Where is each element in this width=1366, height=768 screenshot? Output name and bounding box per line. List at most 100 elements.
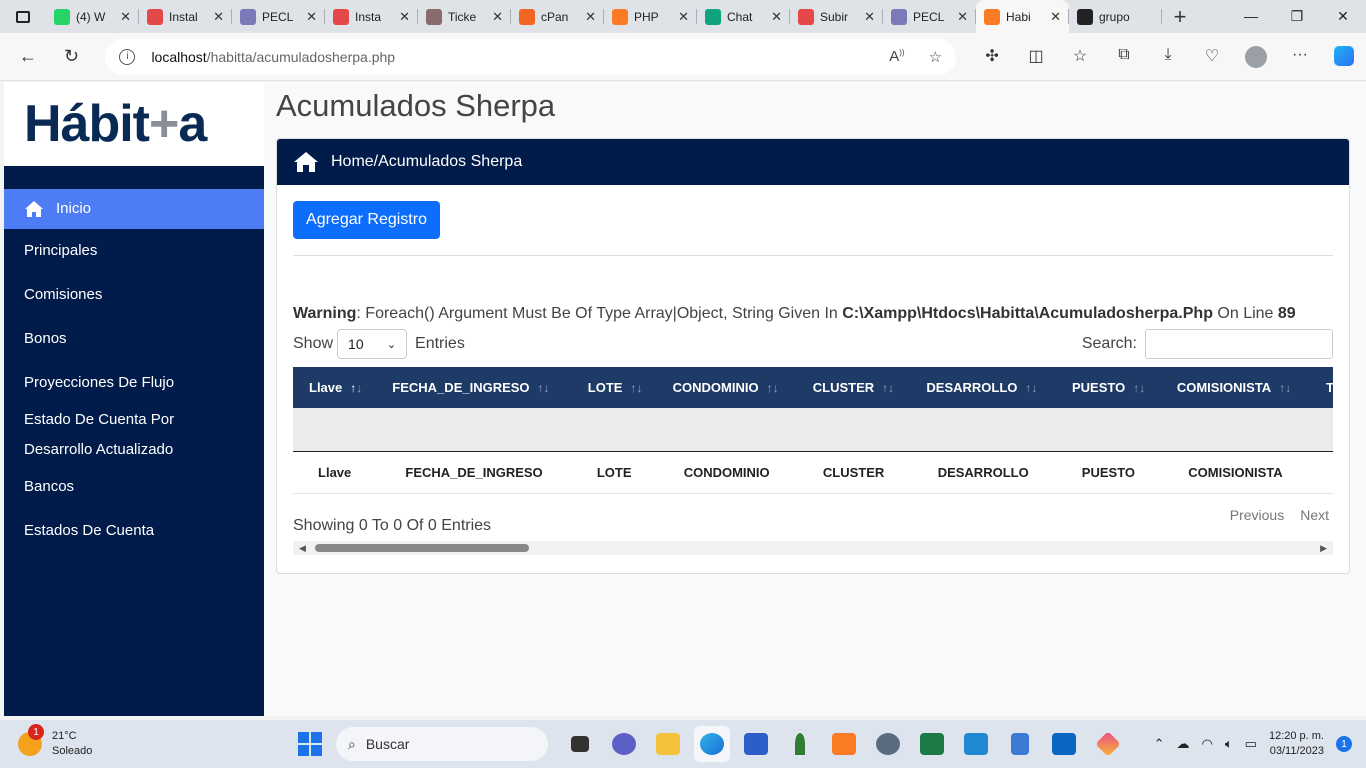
scroll-right-icon[interactable]: ▶ bbox=[1320, 543, 1327, 554]
close-tab-icon[interactable]: ✕ bbox=[678, 9, 689, 25]
browser-tab[interactable]: Habi ✕ bbox=[976, 0, 1069, 33]
column-header[interactable]: CLUSTER ↑↓ bbox=[796, 367, 911, 408]
split-screen-icon[interactable]: ◫ bbox=[1014, 46, 1058, 68]
edge-icon[interactable] bbox=[694, 726, 730, 762]
profile-avatar[interactable] bbox=[1234, 45, 1278, 68]
browser-tab[interactable]: Chat ✕ bbox=[697, 0, 790, 33]
scroll-left-icon[interactable]: ◀ bbox=[299, 543, 306, 554]
sidebar-item[interactable]: Principales bbox=[4, 229, 264, 273]
collections-icon[interactable]: ⧉ bbox=[1102, 46, 1146, 68]
tab-actions-icon[interactable] bbox=[0, 0, 46, 33]
chevron-up-icon[interactable]: ⌃ bbox=[1154, 736, 1165, 752]
clock[interactable]: 12:20 p. m. 03/11/2023 bbox=[1269, 729, 1324, 759]
browser-tab[interactable]: PHP ✕ bbox=[604, 0, 697, 33]
sidebar-item[interactable]: Inicio bbox=[4, 189, 264, 229]
copilot-icon[interactable] bbox=[1322, 45, 1366, 68]
browser-tab[interactable]: Instal ✕ bbox=[139, 0, 232, 33]
task-view-icon[interactable] bbox=[562, 726, 598, 762]
browser-tab[interactable]: PECL ✕ bbox=[883, 0, 976, 33]
breadcrumb[interactable]: Home/Acumulados Sherpa bbox=[331, 153, 522, 171]
performance-icon[interactable]: ♡ bbox=[1190, 46, 1234, 68]
browser-tab[interactable]: Ticke ✕ bbox=[418, 0, 511, 33]
close-tab-icon[interactable]: ✕ bbox=[120, 9, 131, 25]
xampp-icon[interactable] bbox=[826, 726, 862, 762]
browser-tab[interactable]: grupo bbox=[1069, 0, 1162, 33]
browser-tab[interactable]: Subir ✕ bbox=[790, 0, 883, 33]
restore-icon[interactable]: ❐ bbox=[1274, 8, 1320, 25]
tab-label: cPan bbox=[541, 9, 569, 24]
browser-tab[interactable]: Insta ✕ bbox=[325, 0, 418, 33]
logo[interactable]: Hábit+a bbox=[4, 82, 264, 166]
close-window-icon[interactable]: ✕ bbox=[1320, 8, 1366, 25]
outlook-icon[interactable] bbox=[1046, 726, 1082, 762]
teams-icon[interactable] bbox=[606, 726, 642, 762]
column-header-label: CONDOMINIO bbox=[672, 380, 759, 395]
notepad-icon[interactable] bbox=[1002, 726, 1038, 762]
tab-label: Insta bbox=[355, 9, 382, 24]
vscode-icon[interactable] bbox=[958, 726, 994, 762]
volume-icon[interactable]: 🔈︎ bbox=[1225, 736, 1233, 752]
sidebar-item[interactable]: Estado De Cuenta Por Desarrollo Actualiz… bbox=[4, 405, 264, 465]
column-header[interactable]: FECHA_DE_INGRESO ↑↓ bbox=[376, 367, 572, 408]
add-record-button[interactable]: Agregar Registro bbox=[293, 201, 440, 239]
cloud-icon[interactable]: ☁ bbox=[1177, 736, 1190, 752]
gitkraken-icon[interactable] bbox=[1090, 726, 1126, 762]
sidebar-item[interactable]: Bonos bbox=[4, 317, 264, 361]
taskbar-search[interactable]: ⌕ Buscar bbox=[336, 727, 548, 761]
horizontal-scrollbar[interactable]: ◀ ▶ bbox=[293, 541, 1333, 555]
close-tab-icon[interactable]: ✕ bbox=[1050, 9, 1061, 25]
sidebar-item[interactable]: Bancos bbox=[4, 465, 264, 509]
browser-tab[interactable]: cPan ✕ bbox=[511, 0, 604, 33]
more-menu-icon[interactable]: ··· bbox=[1278, 46, 1322, 68]
minimize-icon[interactable]: — bbox=[1228, 8, 1274, 25]
search-input[interactable] bbox=[1145, 329, 1333, 359]
new-tab-button[interactable]: + bbox=[1162, 4, 1198, 30]
logo-cross: + bbox=[149, 95, 179, 153]
close-tab-icon[interactable]: ✕ bbox=[492, 9, 503, 25]
column-header[interactable]: PUESTO ↑↓ bbox=[1055, 367, 1161, 408]
refresh-icon[interactable]: ↻ bbox=[50, 46, 94, 67]
battery-icon[interactable]: ▭ bbox=[1245, 736, 1257, 752]
column-header[interactable]: LOTE ↑↓ bbox=[571, 367, 657, 408]
excel-icon[interactable] bbox=[914, 726, 950, 762]
settings-icon[interactable] bbox=[870, 726, 906, 762]
address-bar[interactable]: i localhost/habitta/acumuladosherpa.php … bbox=[105, 38, 957, 75]
close-tab-icon[interactable]: ✕ bbox=[213, 9, 224, 25]
previous-button[interactable]: Previous bbox=[1230, 507, 1284, 523]
notifications-badge[interactable]: 1 bbox=[1336, 736, 1352, 752]
next-button[interactable]: Next bbox=[1300, 507, 1329, 523]
column-header[interactable]: DESARROLLO ↑↓ bbox=[910, 367, 1056, 408]
column-header[interactable]: Llave ↑↓ bbox=[293, 367, 377, 408]
wifi-icon[interactable]: ◠ bbox=[1202, 736, 1213, 752]
close-tab-icon[interactable]: ✕ bbox=[399, 9, 410, 25]
favorite-star-icon[interactable]: ☆ bbox=[929, 48, 942, 66]
sidebar-item[interactable]: Estados De Cuenta bbox=[4, 509, 264, 553]
weather-widget[interactable]: 1 21°C Soleado bbox=[18, 724, 288, 759]
read-aloud-icon[interactable]: A)) bbox=[889, 48, 904, 66]
mongodb-icon[interactable] bbox=[782, 726, 818, 762]
file-explorer-icon[interactable] bbox=[650, 726, 686, 762]
sidebar-item[interactable]: Proyecciones De Flujo bbox=[4, 361, 264, 405]
close-tab-icon[interactable]: ✕ bbox=[306, 9, 317, 25]
favorites-icon[interactable]: ☆ bbox=[1058, 46, 1102, 68]
close-tab-icon[interactable]: ✕ bbox=[585, 9, 596, 25]
downloads-icon[interactable]: ⤓ bbox=[1146, 46, 1190, 68]
site-info-icon[interactable]: i bbox=[119, 48, 136, 65]
browser-tab[interactable]: PECL ✕ bbox=[232, 0, 325, 33]
entries-select[interactable]: 10 ⌄ bbox=[337, 329, 408, 359]
store-icon[interactable] bbox=[738, 726, 774, 762]
extensions-icon[interactable]: ✣ bbox=[970, 46, 1014, 68]
scrollbar-thumb[interactable] bbox=[315, 544, 529, 552]
close-tab-icon[interactable]: ✕ bbox=[771, 9, 782, 25]
column-header[interactable]: TOTAL↑↓ bbox=[1310, 367, 1333, 408]
logo-text-end: a bbox=[178, 95, 207, 153]
browser-tab[interactable]: (4) W ✕ bbox=[46, 0, 139, 33]
column-header-label: Llave bbox=[309, 380, 343, 395]
close-tab-icon[interactable]: ✕ bbox=[957, 9, 968, 25]
back-icon[interactable]: ← bbox=[6, 46, 50, 67]
close-tab-icon[interactable]: ✕ bbox=[864, 9, 875, 25]
column-header[interactable]: COMISIONISTA ↑↓ bbox=[1160, 367, 1311, 408]
start-button[interactable] bbox=[292, 726, 328, 762]
column-header[interactable]: CONDOMINIO ↑↓ bbox=[656, 367, 797, 408]
sidebar-item[interactable]: Comisiones bbox=[4, 273, 264, 317]
